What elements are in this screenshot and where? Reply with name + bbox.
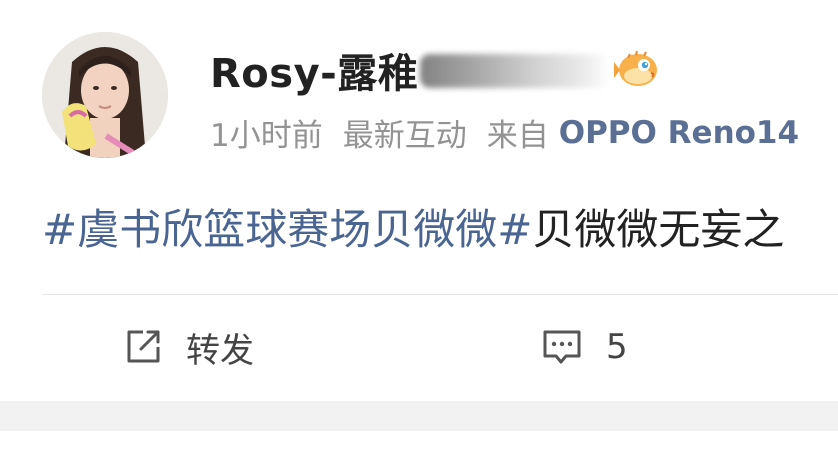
- share-icon: [122, 326, 164, 368]
- next-card-top: [0, 431, 838, 475]
- post-content[interactable]: #虞书欣篮球赛场贝微微#贝微微无妄之: [42, 196, 784, 257]
- comment-icon: [540, 326, 584, 368]
- post-status: 最新互动: [342, 118, 467, 154]
- author-name-row[interactable]: Rosy-露稚: [210, 40, 660, 100]
- divider: [42, 294, 838, 295]
- avatar-photo: [42, 32, 168, 158]
- comment-count: 5: [606, 327, 628, 367]
- comment-button[interactable]: 5: [540, 322, 628, 372]
- pufferfish-badge-icon[interactable]: [614, 50, 660, 90]
- post-meta: 1小时前 最新互动 来自 OPPO Reno14: [210, 110, 819, 155]
- avatar[interactable]: [42, 32, 168, 158]
- repost-label: 转发: [186, 330, 254, 371]
- author-name[interactable]: Rosy-露稚: [210, 41, 418, 99]
- source-prefix: 来自: [486, 118, 549, 154]
- post-body-text: 贝微微无妄之: [532, 205, 785, 254]
- feed-separator: [0, 401, 838, 431]
- topic-hashtag-link[interactable]: #虞书欣篮球赛场贝微微#: [42, 205, 532, 254]
- device-source-link[interactable]: OPPO Reno14: [559, 115, 799, 151]
- post-time: 1小时前: [210, 118, 323, 154]
- redacted-name-blur: [420, 50, 611, 90]
- weibo-post-card: Rosy-露稚 1小时前 最新互动 来自 OPPO Reno14 #虞书欣篮球赛…: [0, 0, 838, 475]
- repost-button[interactable]: 转发: [122, 322, 254, 372]
